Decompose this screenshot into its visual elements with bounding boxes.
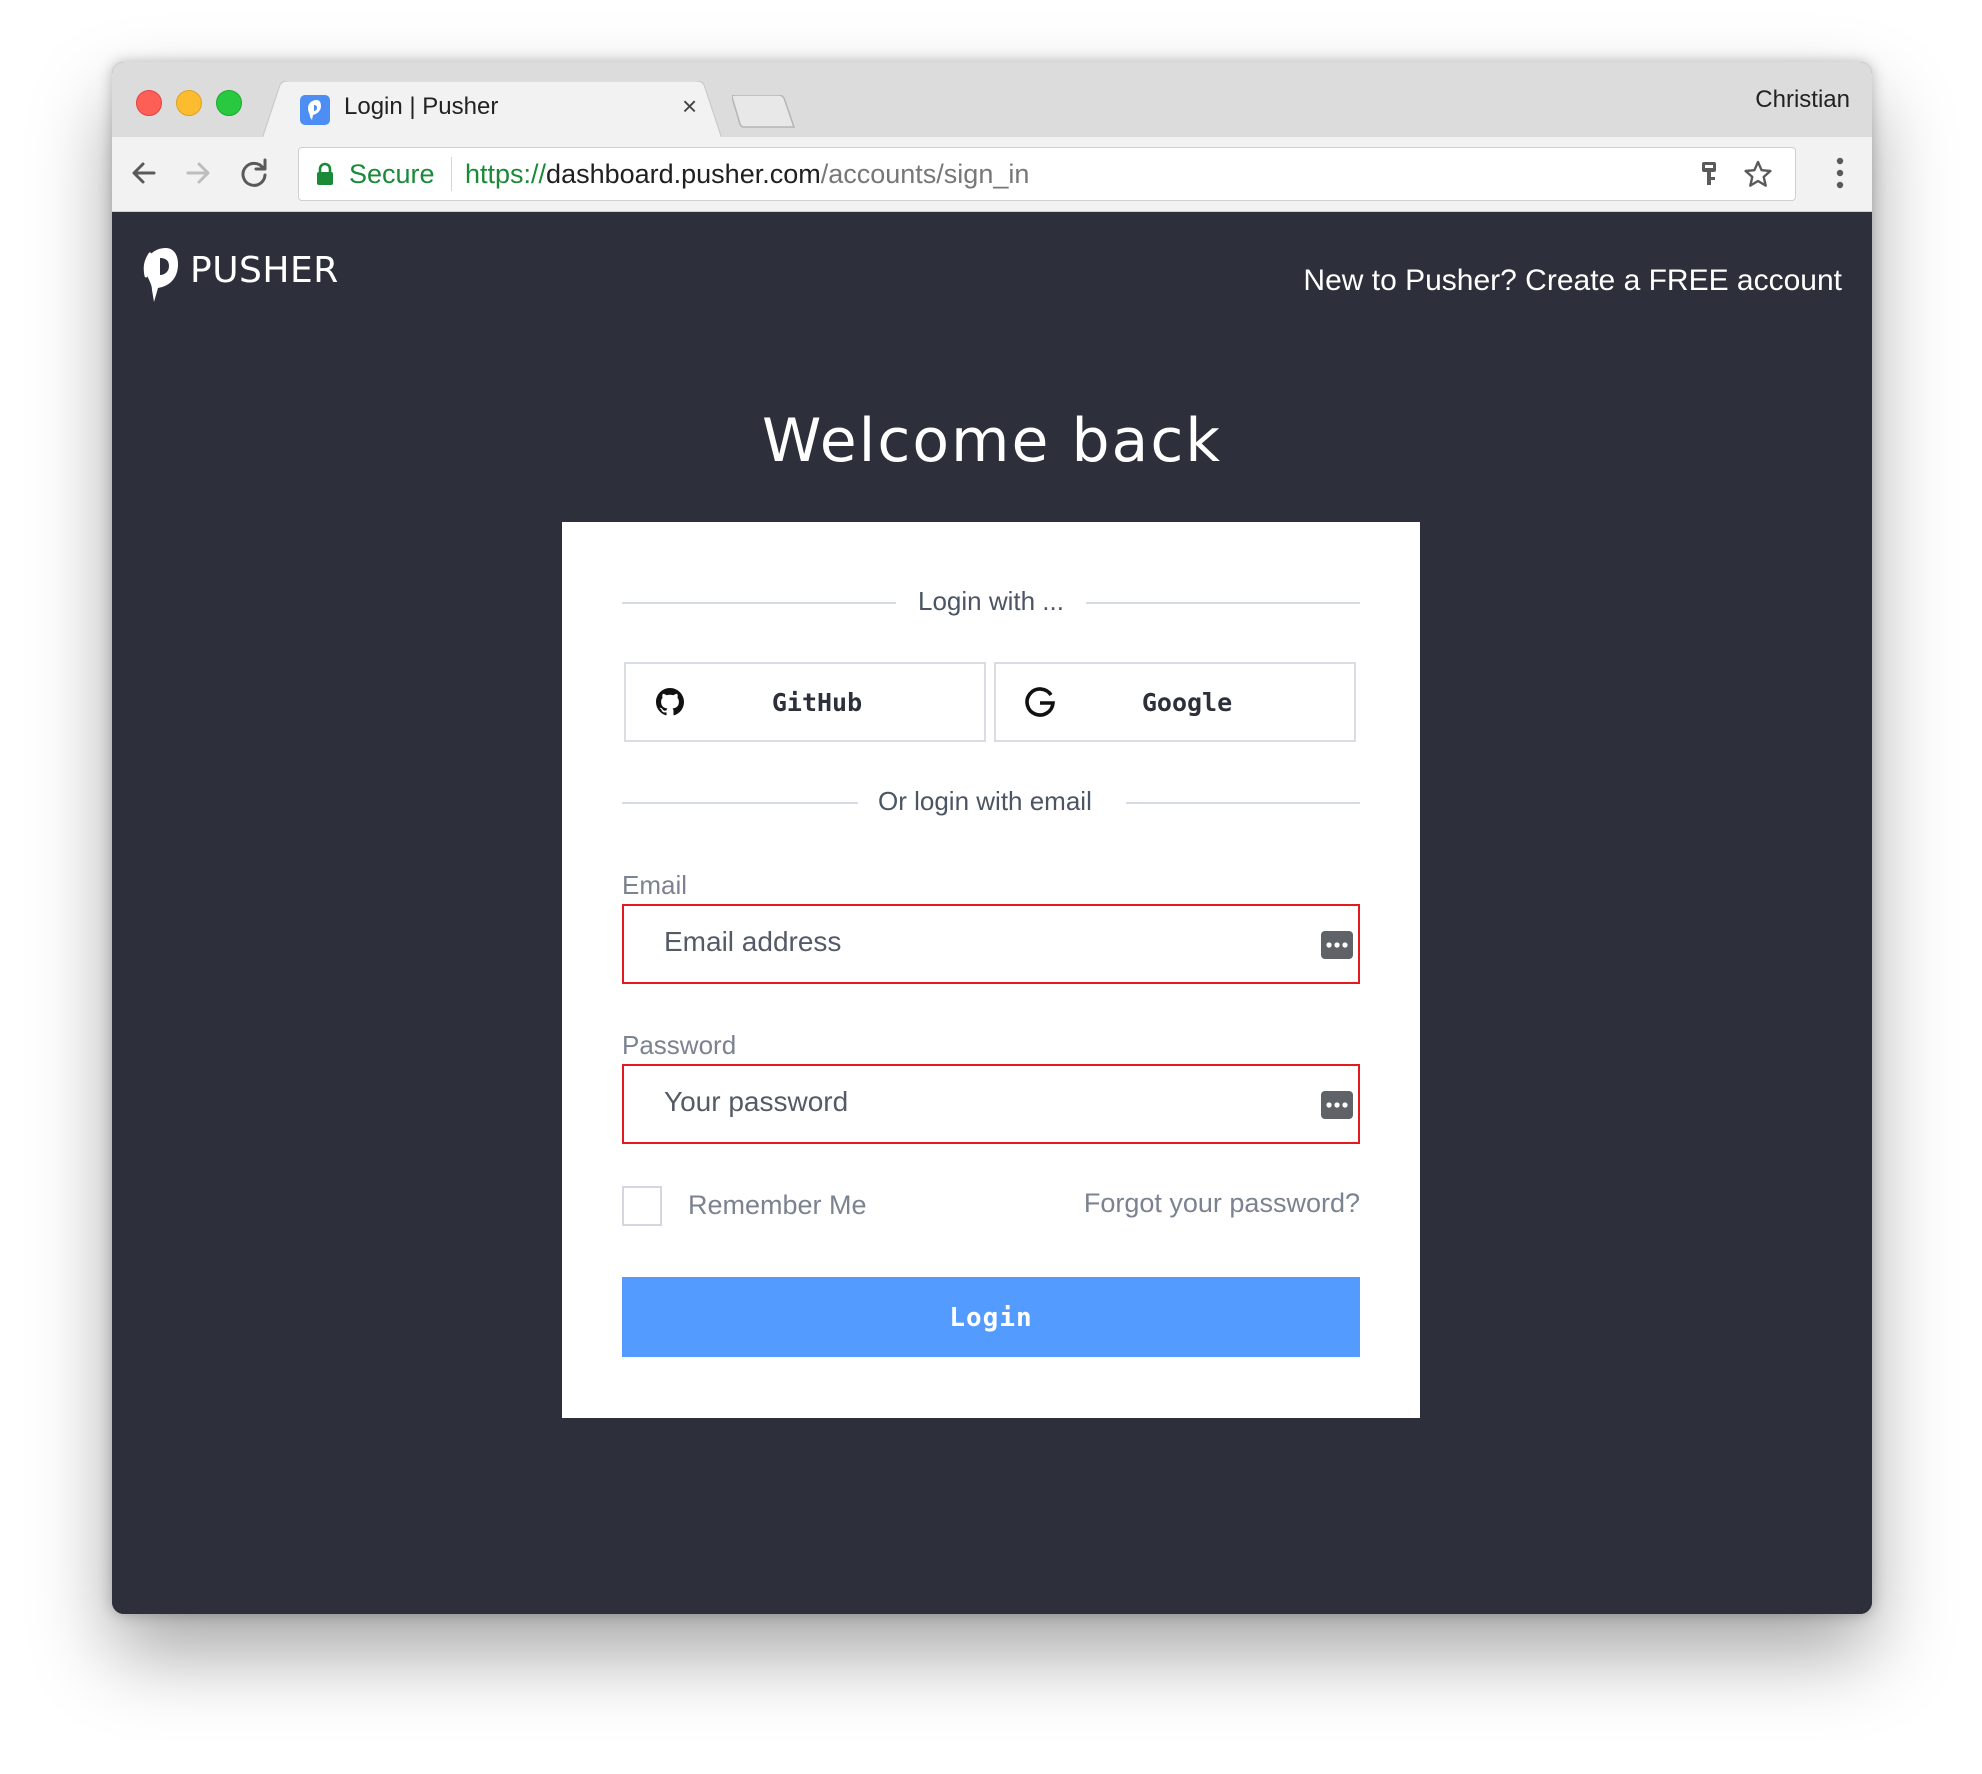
page-content: PUSHER New to Pusher? Create a FREE acco…	[112, 212, 1872, 1614]
divider-line-right	[1086, 602, 1360, 604]
remember-me-label[interactable]: Remember Me	[688, 1190, 867, 1221]
browser-menu-icon[interactable]	[1836, 157, 1844, 189]
browser-toolbar: Secure https://dashboard.pusher.com/acco…	[112, 137, 1872, 212]
github-label: GitHub	[771, 688, 863, 717]
forward-arrow-icon[interactable]	[180, 155, 216, 191]
key-icon[interactable]	[1697, 160, 1721, 188]
oauth-divider-label: Login with ...	[918, 586, 1064, 616]
google-login-button[interactable]: Google	[994, 662, 1356, 742]
url-scheme: https://	[465, 159, 547, 189]
new-tab-button[interactable]	[732, 95, 796, 129]
address-bar[interactable]: Secure https://dashboard.pusher.com/acco…	[298, 147, 1796, 201]
divider-line-left	[622, 802, 858, 804]
login-button-label: Login	[949, 1303, 1033, 1333]
password-field[interactable]	[622, 1064, 1360, 1144]
omnibox-divider	[451, 157, 452, 191]
close-window-button[interactable]	[136, 90, 162, 116]
tab-login-pusher[interactable]: Login | Pusher ×	[262, 81, 722, 139]
url-path: /accounts/sign_in	[820, 159, 1030, 189]
login-card: Login with ... GitHub Google Or login wi…	[562, 522, 1420, 1418]
zoom-window-button[interactable]	[216, 90, 242, 116]
login-button[interactable]: Login	[622, 1277, 1360, 1357]
reload-icon[interactable]	[236, 155, 272, 191]
back-arrow-icon[interactable]	[126, 155, 162, 191]
create-account-link[interactable]: New to Pusher? Create a FREE account	[1303, 264, 1842, 298]
profile-name[interactable]: Christian	[1755, 86, 1850, 114]
google-label: Google	[1141, 688, 1233, 717]
email-label: Email	[622, 870, 688, 900]
github-login-button[interactable]: GitHub	[624, 662, 986, 742]
browser-window: Login | Pusher × Christian Secure https:…	[112, 62, 1872, 1614]
logo-wordmark[interactable]: PUSHER	[190, 250, 339, 291]
email-field[interactable]	[622, 904, 1360, 984]
password-input[interactable]	[664, 1082, 1264, 1122]
divider-line-right	[1126, 802, 1360, 804]
minimize-window-button[interactable]	[176, 90, 202, 116]
tab-title: Login | Pusher	[344, 93, 499, 120]
email-input[interactable]	[664, 922, 1264, 962]
pusher-favicon-icon	[300, 95, 330, 125]
tab-close-icon[interactable]: ×	[682, 91, 697, 122]
email-divider: Or login with email	[622, 782, 1360, 822]
password-label: Password	[622, 1030, 737, 1060]
tab-strip: Login | Pusher × Christian	[112, 62, 1872, 139]
password-manager-icon[interactable]	[1320, 930, 1354, 960]
divider-line-left	[622, 602, 896, 604]
pusher-logo-icon[interactable]	[140, 246, 184, 304]
url-text[interactable]: https://dashboard.pusher.com/accounts/si…	[465, 159, 1029, 190]
oauth-divider: Login with ...	[622, 582, 1360, 622]
password-manager-icon[interactable]	[1320, 1090, 1354, 1120]
lock-icon	[317, 162, 333, 185]
email-divider-label: Or login with email	[878, 786, 1092, 816]
url-host: dashboard.pusher.com	[546, 159, 821, 189]
bookmark-star-icon[interactable]	[1743, 159, 1773, 189]
remember-me-checkbox[interactable]	[622, 1186, 662, 1226]
page-title: Welcome back	[761, 406, 1223, 476]
forgot-password-link[interactable]: Forgot your password?	[1084, 1188, 1360, 1219]
secure-label: Secure	[349, 159, 435, 189]
